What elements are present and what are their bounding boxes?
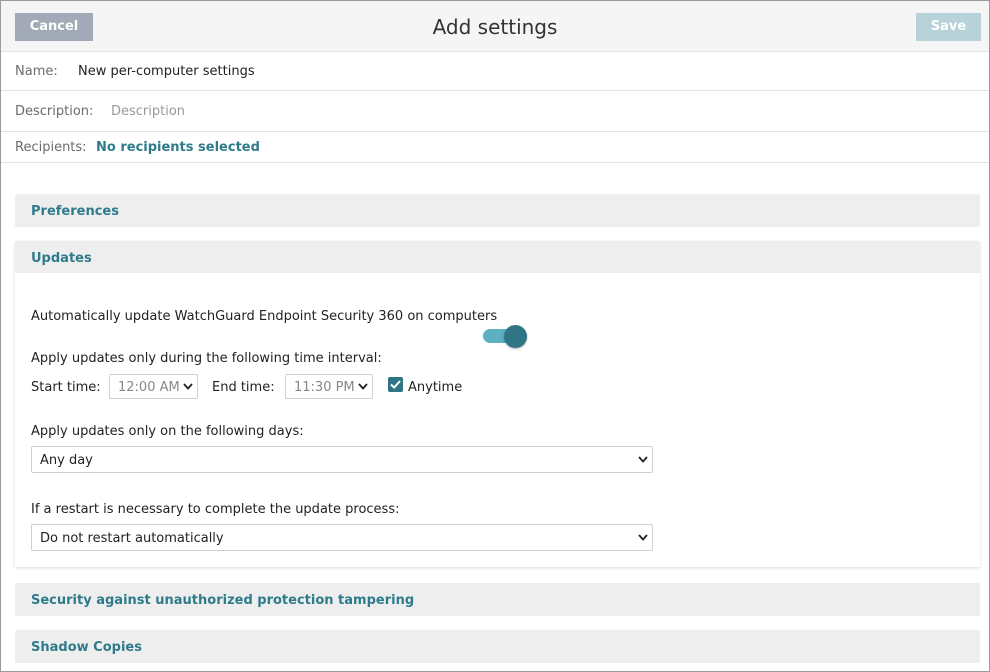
- days-select[interactable]: Any day: [31, 446, 653, 473]
- days-value: Any day: [40, 453, 93, 468]
- toggle-knob: [504, 325, 527, 348]
- restart-select[interactable]: Do not restart automatically: [31, 524, 653, 551]
- description-row: Description: Description: [1, 91, 989, 132]
- dialog-header: Cancel Add settings Save: [1, 1, 989, 52]
- anytime-label: Anytime: [408, 380, 463, 395]
- save-button[interactable]: Save: [916, 13, 981, 41]
- security-panel-title[interactable]: Security against unauthorized protection…: [31, 593, 414, 608]
- restart-value: Do not restart automatically: [40, 531, 224, 546]
- end-time-value: 11:30 PM: [294, 380, 355, 395]
- name-row: Name: New per-computer settings: [1, 52, 989, 91]
- description-field[interactable]: Description: [111, 104, 185, 119]
- chevron-down-icon: [638, 534, 648, 541]
- updates-panel-body: Automatically update WatchGuard Endpoint…: [15, 273, 980, 567]
- updates-panel: Updates Automatically update WatchGuard …: [15, 241, 980, 567]
- restart-label: If a restart is necessary to complete th…: [31, 502, 400, 517]
- recipients-link[interactable]: No recipients selected: [96, 140, 260, 155]
- description-label: Description:: [15, 104, 94, 119]
- days-label: Apply updates only on the following days…: [31, 424, 304, 439]
- start-time-label: Start time:: [31, 380, 101, 395]
- chevron-down-icon: [358, 383, 368, 390]
- start-time-value: 12:00 AM: [118, 380, 180, 395]
- security-panel[interactable]: Security against unauthorized protection…: [15, 583, 980, 616]
- auto-update-toggle[interactable]: [483, 325, 527, 348]
- page-title: Add settings: [432, 15, 558, 39]
- chevron-down-icon: [183, 383, 193, 390]
- preferences-panel[interactable]: Preferences: [15, 194, 980, 227]
- auto-update-label: Automatically update WatchGuard Endpoint…: [31, 309, 498, 324]
- recipients-row: Recipients: No recipients selected: [1, 132, 989, 163]
- settings-dialog: Cancel Add settings Save Name: New per-c…: [0, 0, 990, 672]
- anytime-checkbox[interactable]: [388, 377, 403, 392]
- updates-panel-title[interactable]: Updates: [31, 251, 92, 266]
- shadow-copies-panel-title[interactable]: Shadow Copies: [31, 640, 142, 655]
- check-icon: [390, 380, 401, 389]
- preferences-panel-title[interactable]: Preferences: [31, 204, 119, 219]
- end-time-select[interactable]: 11:30 PM: [285, 374, 373, 399]
- shadow-copies-panel[interactable]: Shadow Copies: [15, 630, 980, 663]
- start-time-select[interactable]: 12:00 AM: [109, 374, 198, 399]
- end-time-label: End time:: [212, 380, 275, 395]
- name-field[interactable]: New per-computer settings: [78, 64, 255, 79]
- interval-label: Apply updates only during the following …: [31, 351, 382, 366]
- chevron-down-icon: [638, 456, 648, 463]
- recipients-label: Recipients:: [15, 140, 87, 155]
- name-label: Name:: [15, 64, 58, 79]
